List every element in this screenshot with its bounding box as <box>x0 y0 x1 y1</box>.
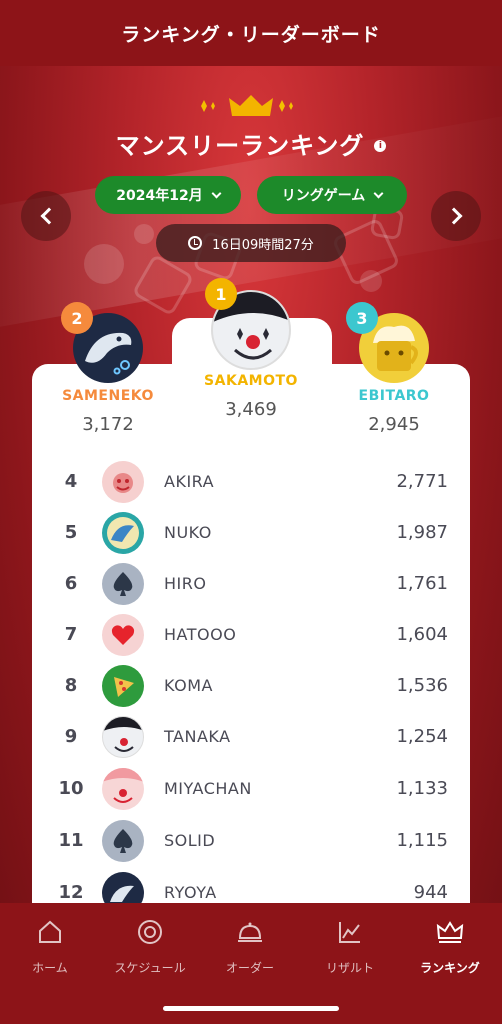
row-name: SOLID <box>164 831 216 850</box>
rank-2-badge: 2 <box>61 302 93 334</box>
row-name: MIYACHAN <box>164 779 252 798</box>
avatar-pink-clown <box>102 768 144 810</box>
countdown-text: 16日09時間27分 <box>212 237 314 253</box>
nav-item-ranking[interactable]: ランキング <box>400 915 500 976</box>
nav-item-order[interactable]: オーダー <box>200 915 300 976</box>
leaderboard-row[interactable]: 8 KOMA 1,536 <box>32 661 470 713</box>
row-score: 1,604 <box>396 624 448 645</box>
row-rank: 5 <box>64 522 78 543</box>
chevron-right-icon <box>445 207 462 225</box>
podium-name-2: SAMENEKO <box>62 388 154 404</box>
lifebuoy-icon <box>138 920 162 944</box>
game-select[interactable]: リングゲーム <box>257 176 407 214</box>
chip-decoration <box>84 244 124 284</box>
row-score: 1,987 <box>396 522 448 543</box>
row-name: RYOYA <box>164 883 217 902</box>
nav-item-home[interactable]: ホーム <box>0 915 100 976</box>
avatar-clown <box>102 716 144 758</box>
leaderboard-row[interactable]: 7 HATOOO 1,604 <box>32 610 470 662</box>
row-score: 1,536 <box>396 675 448 696</box>
cloche-icon <box>238 922 262 942</box>
avatar-spade <box>102 563 144 605</box>
month-select[interactable]: 2024年12月 <box>95 176 241 214</box>
top-bar: ランキング・リーダーボード <box>0 0 502 66</box>
page-title: ランキング・リーダーボード <box>121 23 381 46</box>
nav-label: ホーム <box>32 961 68 975</box>
row-rank: 11 <box>58 830 84 851</box>
leaderboard-row[interactable]: 4 AKIRA 2,771 <box>32 457 470 509</box>
leaderboard-row[interactable]: 5 NUKO 1,987 <box>32 508 470 560</box>
avatar-teal-shark <box>102 512 144 554</box>
row-name: AKIRA <box>164 472 215 491</box>
row-score: 1,761 <box>396 573 448 594</box>
leaderboard-row[interactable]: 11 SOLID 1,115 <box>32 816 470 868</box>
row-rank: 10 <box>58 778 84 799</box>
rank-1-badge: 1 <box>205 278 237 310</box>
row-rank: 4 <box>64 471 78 492</box>
nav-item-schedule[interactable]: スケジュール <box>100 915 200 976</box>
info-icon[interactable]: i <box>374 139 387 152</box>
row-name: NUKO <box>164 523 212 542</box>
row-score: 1,133 <box>396 778 448 799</box>
prev-month-button[interactable] <box>21 191 71 241</box>
home-indicator <box>163 1006 339 1011</box>
ranking-title: マンスリーランキング <box>115 132 365 160</box>
leaderboard-row[interactable]: 9 TANAKA 1,254 <box>32 712 470 764</box>
home-icon <box>39 920 61 943</box>
nav-label: ランキング <box>420 961 480 975</box>
row-name: TANAKA <box>164 727 231 746</box>
month-select-label: 2024年12月 <box>116 188 203 204</box>
row-score: 1,254 <box>396 726 448 747</box>
row-rank: 7 <box>64 624 78 645</box>
avatar-heart <box>102 614 144 656</box>
chart-icon <box>339 922 360 943</box>
leaderboard-row[interactable]: 10 MIYACHAN 1,133 <box>32 764 470 816</box>
next-month-button[interactable] <box>431 191 481 241</box>
row-score: 944 <box>413 882 448 903</box>
row-rank: 9 <box>64 726 78 747</box>
crown-row <box>0 92 502 124</box>
podium-score-3: 2,945 <box>368 414 420 435</box>
avatar-pink-face <box>102 461 144 503</box>
rank-3-badge: 3 <box>346 302 378 334</box>
podium-name-1: SAKAMOTO <box>204 373 298 389</box>
row-rank: 6 <box>64 573 78 594</box>
chevron-down-icon <box>373 188 384 198</box>
game-select-label: リングゲーム <box>281 188 366 204</box>
avatar-spade <box>102 820 144 862</box>
leaderboard-row[interactable]: 6 HIRO 1,761 <box>32 559 470 611</box>
avatar-pizza <box>102 665 144 707</box>
chip-decoration <box>134 224 154 244</box>
podium-name-3: EBITARO <box>358 388 430 404</box>
chevron-left-icon <box>40 207 57 225</box>
countdown-timer: 16日09時間27分 <box>156 224 346 262</box>
nav-item-result[interactable]: リザルト <box>300 915 400 976</box>
podium-score-1: 3,469 <box>225 399 277 420</box>
app-root: ランキング・リーダーボード マンスリーランキング i 2024年12月 リングゲ… <box>0 0 502 1024</box>
row-rank: 8 <box>64 675 78 696</box>
crown-icon <box>201 95 293 116</box>
chip-decoration <box>360 270 382 292</box>
ranking-title-row: マンスリーランキング i <box>0 126 502 161</box>
nav-label: リザルト <box>325 961 374 975</box>
crown-icon <box>436 921 464 943</box>
row-name: KOMA <box>164 676 213 695</box>
podium-score-2: 3,172 <box>82 414 134 435</box>
nav-label: オーダー <box>225 961 274 975</box>
chevron-down-icon <box>211 188 222 198</box>
row-name: HATOOO <box>164 625 237 644</box>
row-rank: 12 <box>58 882 84 903</box>
row-score: 1,115 <box>396 830 448 851</box>
row-name: HIRO <box>164 574 207 593</box>
nav-label: スケジュール <box>114 961 186 975</box>
row-score: 2,771 <box>396 471 448 492</box>
clock-icon <box>188 236 203 250</box>
